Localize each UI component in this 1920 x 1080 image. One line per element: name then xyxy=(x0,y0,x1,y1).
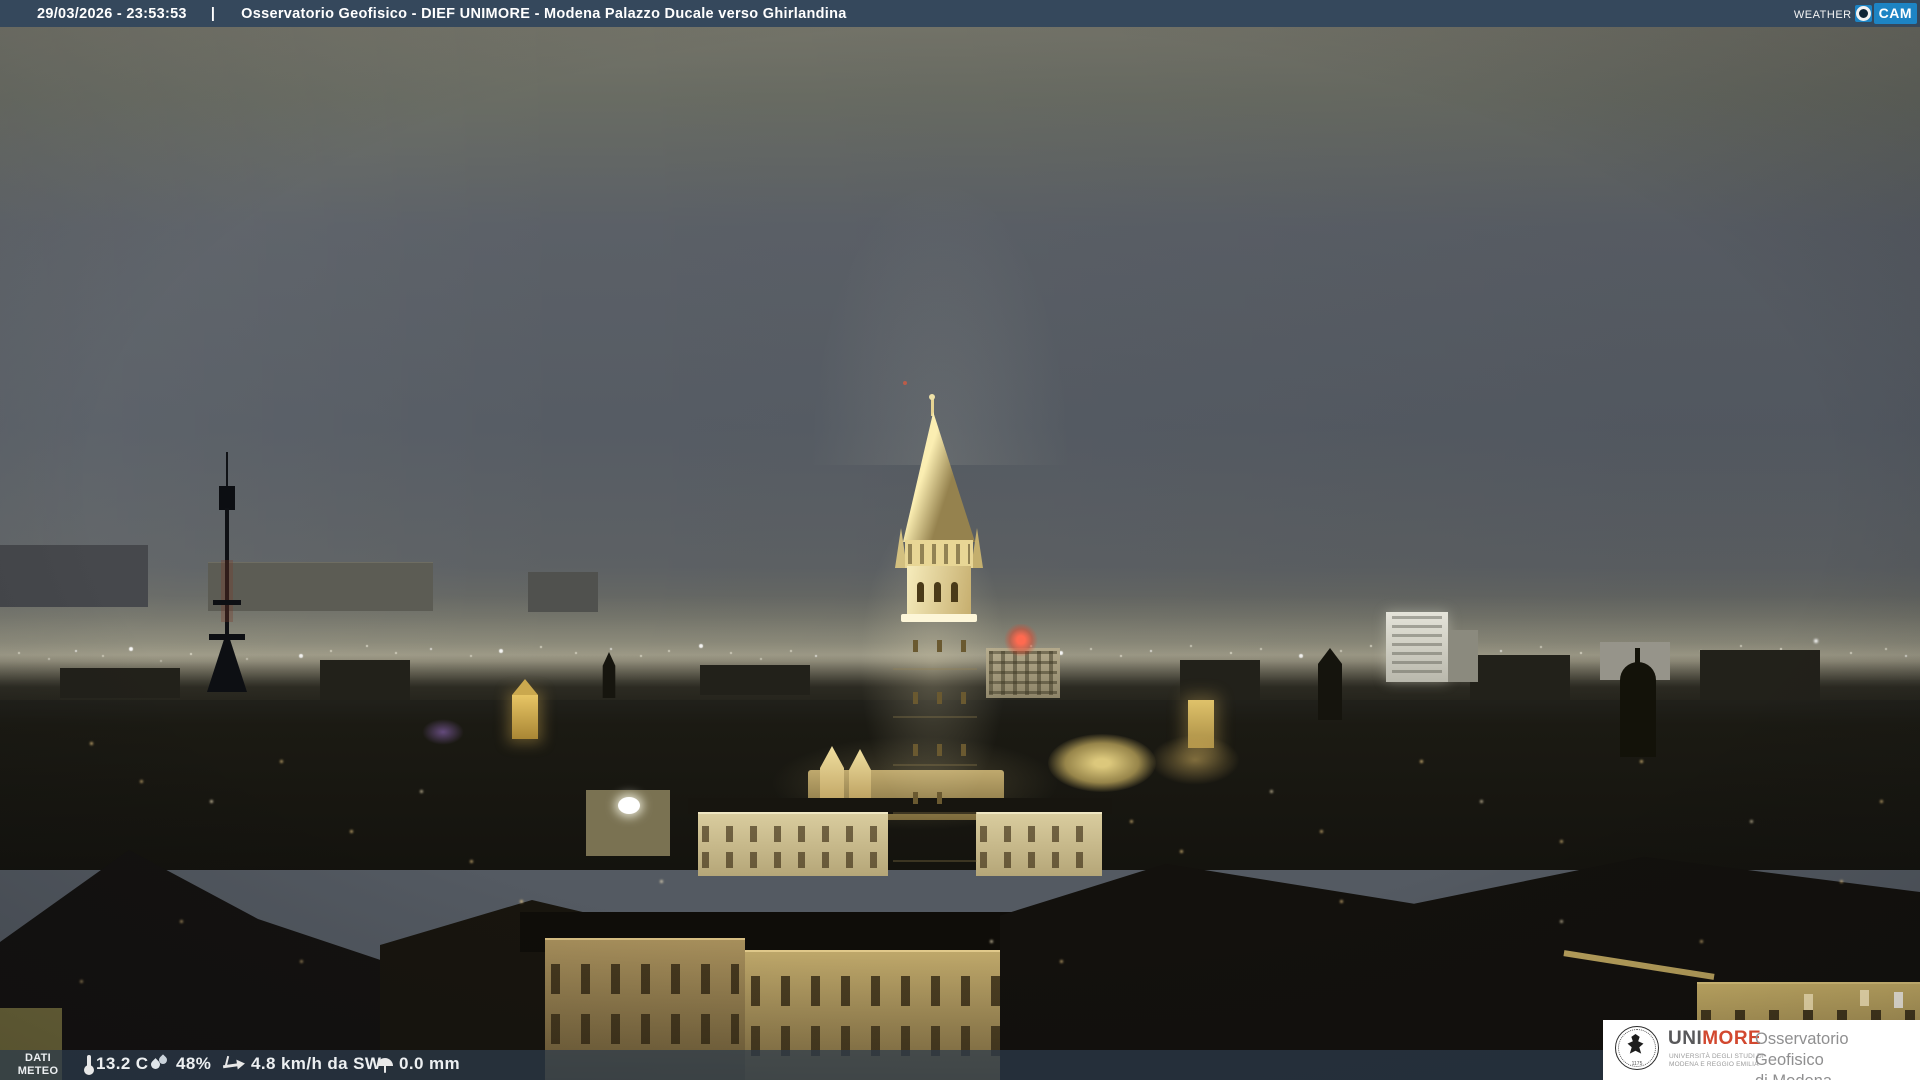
rain-umbrella-icon xyxy=(374,1054,396,1076)
apartment-block xyxy=(1448,630,1478,682)
lit-windows xyxy=(1860,990,1869,1006)
ghirlandina-cornice xyxy=(901,614,977,622)
timestamp: 29/03/2026 - 23:53:53 xyxy=(37,5,187,22)
observatory-name: Osservatorio Geofisico di Modena xyxy=(1755,1030,1849,1080)
antenna-platform xyxy=(209,634,245,640)
ghirlandina-gallery xyxy=(905,540,973,568)
red-beacon-dot xyxy=(903,381,907,385)
ghirlandina-shaft xyxy=(893,622,977,878)
antenna-mid-section xyxy=(221,560,233,622)
wind-value: 4.8 km/h da SW xyxy=(251,1054,382,1073)
dati-meteo-label: DATI METEO xyxy=(17,1052,59,1077)
lit-rose-window xyxy=(618,797,640,814)
header-bar: 29/03/2026 - 23:53:53 | Osservatorio Geo… xyxy=(0,0,1920,27)
unimore-badge[interactable]: 1175 UNIMORE UNIVERSITÀ DEGLI STUDI DI M… xyxy=(1603,1020,1920,1080)
distant-buildings-left xyxy=(0,545,148,607)
unimore-more-text: MORE xyxy=(1702,1028,1762,1049)
light-pollution-beam xyxy=(780,35,1100,465)
weathercam-cam-badge: CAM xyxy=(1873,3,1917,24)
roof-silhouette xyxy=(1700,650,1820,700)
belfry-arch-window xyxy=(917,582,924,602)
church-dome-silhouette xyxy=(1620,648,1656,757)
roof-silhouette xyxy=(60,668,180,698)
roof-silhouette xyxy=(320,660,410,700)
antenna-platform xyxy=(213,600,241,605)
lit-bell-tower xyxy=(512,679,538,739)
roof-silhouette xyxy=(700,665,810,695)
camera-lens-icon xyxy=(1854,5,1872,22)
humidity-value: 48% xyxy=(176,1054,212,1073)
roof-silhouette xyxy=(1180,660,1260,700)
unimore-uni-text: UNI xyxy=(1668,1028,1703,1049)
webcam-frame: 29/03/2026 - 23:53:53 | Osservatorio Geo… xyxy=(0,0,1920,1080)
rain-value: 0.0 mm xyxy=(399,1054,460,1073)
university-subtitle: UNIVERSITÀ DEGLI STUDI DI MODENA E REGGI… xyxy=(1669,1053,1764,1068)
camera-title: Osservatorio Geofisico - DIEF UNIMORE - … xyxy=(241,5,847,22)
white-apartment-towers xyxy=(1386,612,1448,682)
distant-building xyxy=(528,572,598,612)
wind-vane-icon xyxy=(222,1054,244,1076)
antenna-top-box xyxy=(219,486,235,510)
seal-year: 1175 xyxy=(1631,1061,1643,1067)
weathercam-word: Weather xyxy=(1793,4,1852,22)
unimore-wordmark: UNIMORE xyxy=(1668,1028,1761,1050)
purple-roof-light xyxy=(422,719,464,745)
floodlit-trees xyxy=(1048,734,1156,792)
separator: | xyxy=(210,5,216,22)
belfry-arch-window xyxy=(951,582,958,602)
belfry-arch-window xyxy=(934,582,941,602)
temperature-value: 13.2 C xyxy=(96,1054,149,1073)
unimore-seal-icon: 1175 xyxy=(1615,1026,1659,1070)
palazzo-ducale-facade xyxy=(698,812,888,876)
warm-light-cluster xyxy=(1150,735,1240,785)
foreground-rooftops-left xyxy=(0,850,430,1080)
humidity-drops-icon xyxy=(148,1054,170,1076)
weathercam-logo[interactable]: Weather CAM xyxy=(1794,3,1917,24)
palazzo-ducale-facade xyxy=(976,812,1102,876)
distant-building-row xyxy=(208,562,433,611)
tower-window-slits xyxy=(913,640,918,652)
roof-silhouette xyxy=(1470,655,1570,700)
